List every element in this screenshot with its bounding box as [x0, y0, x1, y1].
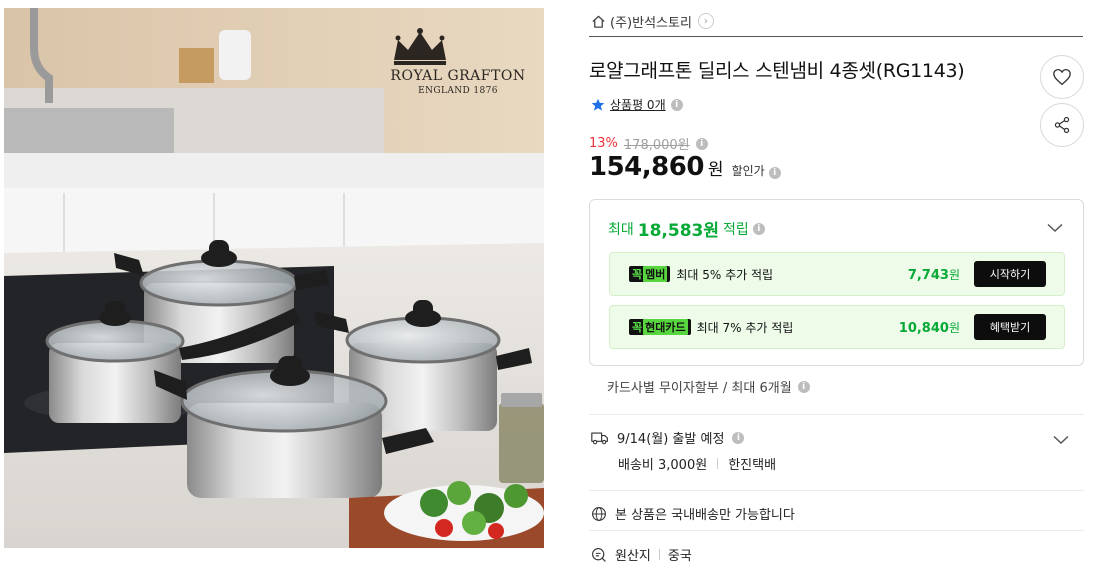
benefit-row-member: 꼭 멤버 최대 5% 추가 적립 7,743원 시작하기 [609, 252, 1065, 296]
member-badge: 꼭 멤버 [629, 266, 671, 282]
share-icon [1054, 116, 1070, 134]
benefit-text: 최대 7% 추가 적립 [696, 320, 794, 335]
domestic-text: 본 상품은 국내배송만 가능합니다 [615, 508, 795, 523]
info-icon[interactable]: i [797, 380, 810, 393]
origin-value: 중국 [667, 549, 692, 564]
info-icon[interactable]: i [670, 98, 683, 111]
truck-icon [591, 432, 608, 444]
product-title: 로얄그래프톤 딜리스 스텐냄비 4종셋(RG1143) [589, 60, 965, 82]
chevron-down-icon [1047, 223, 1063, 233]
crown-icon [394, 28, 446, 65]
get-card-benefit-button[interactable]: 혜택받기 [974, 314, 1046, 340]
shipping-carrier: 한진택배 [728, 458, 777, 473]
benefit-text: 최대 5% 추가 적립 [676, 267, 774, 282]
reward-box: 최대 18,583원 적립 i 꼭 멤버 최대 5% 추가 적립 7,743원 시… [589, 199, 1084, 366]
installment-info: 카드사별 무이자할부 / 최대 6개월 i [607, 377, 810, 396]
sale-price-label: 할인가 [731, 164, 765, 178]
product-image[interactable]: ROYAL GRAFTON ENGLAND 1876 [4, 8, 544, 548]
shipping-date-row: 9/14(월) 출발 예정 i [591, 428, 745, 447]
origin-icon [592, 547, 606, 562]
rating-summary: 상품평 0개 i [591, 96, 683, 113]
chevron-down-icon [1053, 435, 1069, 445]
home-icon [592, 15, 605, 28]
divider [589, 36, 1083, 37]
brand-logo: ROYAL GRAFTON ENGLAND 1876 [388, 26, 528, 96]
original-price-row: 13% 178,000원 i [589, 134, 708, 153]
origin-row: 원산지 중국 [591, 545, 692, 564]
info-icon[interactable]: i [695, 137, 708, 150]
domestic-shipping-notice: 본 상품은 국내배송만 가능합니다 [591, 504, 795, 523]
currency-unit: 원 [707, 160, 724, 180]
separator [658, 549, 660, 560]
benefit-row-card: 꼭 현대카드 최대 7% 추가 적립 10,840원 혜택받기 [609, 305, 1065, 349]
store-link[interactable]: (주)반석스토리 › [591, 11, 714, 31]
review-count-link[interactable]: 상품평 0개 [610, 96, 666, 113]
benefit-value: 10,840원 [898, 320, 960, 336]
share-button[interactable] [1040, 103, 1084, 147]
info-icon[interactable]: i [732, 431, 745, 444]
heart-icon [1053, 68, 1071, 86]
original-price: 178,000원 [623, 138, 690, 153]
globe-icon [592, 506, 606, 521]
discount-rate: 13% [589, 136, 618, 151]
installment-text: 카드사별 무이자할부 / 최대 6개월 [607, 381, 792, 396]
star-icon [591, 98, 605, 111]
brand-name: ROYAL GRAFTON [390, 68, 526, 84]
shipping-expand-toggle[interactable] [1053, 430, 1069, 449]
sale-price: 154,860 [589, 152, 704, 182]
reward-suffix: 적립 [723, 221, 749, 238]
divider [589, 490, 1084, 491]
shipping-fee: 배송비 3,000원 [618, 458, 708, 473]
product-info-panel: (주)반석스토리 › 로얄그래프톤 딜리스 스텐냄비 4종셋(RG1143) 상… [589, 0, 1085, 569]
origin-label: 원산지 [615, 549, 651, 564]
reward-amount: 18,583원 [637, 221, 720, 241]
reward-summary: 최대 18,583원 적립 i [608, 216, 765, 241]
shipping-date: 9/14(월) 출발 예정 [617, 432, 725, 447]
brand-subtitle: ENGLAND 1876 [418, 86, 498, 96]
sale-price-row: 154,860 원 할인가 i [589, 152, 781, 182]
divider [589, 414, 1084, 415]
chevron-right-icon: › [697, 13, 714, 29]
separator [717, 458, 719, 469]
shipping-fee-row: 배송비 3,000원 한진택배 [618, 454, 776, 473]
reward-expand-toggle[interactable] [1047, 218, 1063, 237]
divider [589, 530, 1084, 531]
info-icon[interactable]: i [752, 222, 765, 235]
start-member-button[interactable]: 시작하기 [974, 261, 1046, 287]
like-button[interactable] [1040, 55, 1084, 99]
benefit-value: 7,743원 [907, 267, 960, 283]
card-badge: 꼭 현대카드 [629, 319, 691, 335]
reward-prefix: 최대 [608, 221, 634, 238]
store-name: (주)반석스토리 [610, 15, 692, 31]
info-icon[interactable]: i [768, 167, 781, 179]
